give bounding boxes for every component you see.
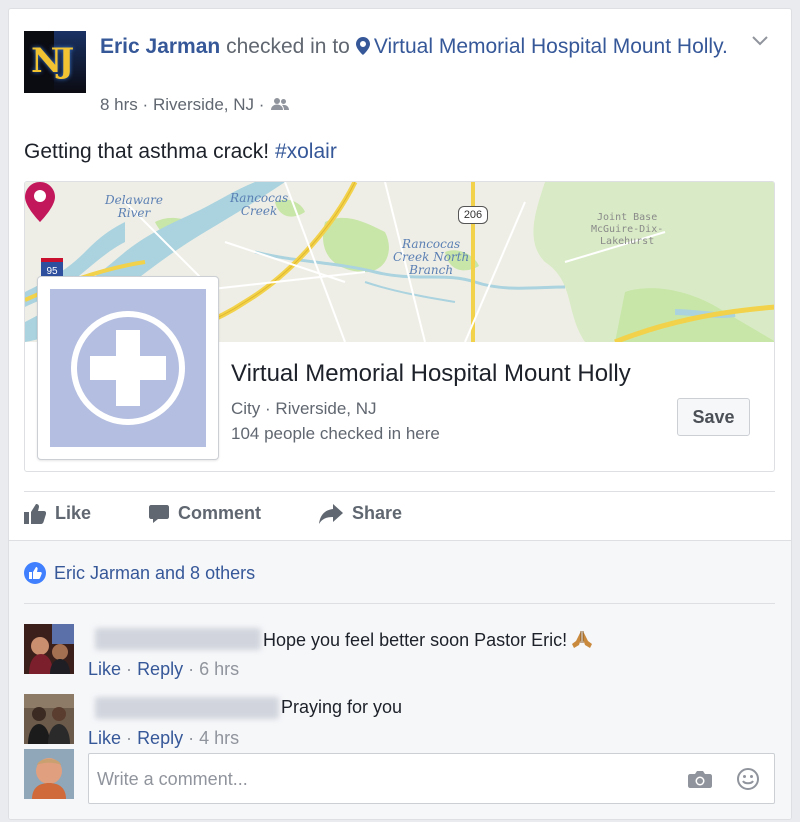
comment-like-link[interactable]: Like bbox=[88, 659, 121, 679]
comments-section: Eric Jarman and 8 others Hope you feel b… bbox=[9, 540, 791, 819]
checkin-text: checked in to bbox=[226, 35, 350, 58]
actions-divider bbox=[24, 491, 775, 492]
place-location: Riverside, NJ bbox=[275, 399, 377, 418]
hospital-cross-icon bbox=[71, 311, 185, 425]
comment-actions: Like · Reply · 4 hrs bbox=[88, 728, 239, 749]
comment-sep: · bbox=[126, 659, 133, 679]
post-time[interactable]: 8 hrs bbox=[100, 95, 138, 114]
current-user-avatar[interactable] bbox=[24, 749, 74, 799]
comment-sep: · bbox=[188, 659, 195, 679]
post-meta: 8 hrs · Riverside, NJ · bbox=[100, 95, 290, 115]
place-sep: · bbox=[265, 399, 271, 418]
like-badge-icon bbox=[24, 562, 46, 584]
emoji-smile-icon[interactable] bbox=[736, 767, 760, 791]
comment-text: Hope you feel better soon Pastor Eric! bbox=[263, 629, 593, 651]
commenter-avatar[interactable] bbox=[24, 694, 74, 744]
map-label-joint-base: Joint Base McGuire-Dix- Lakehurst bbox=[591, 212, 664, 247]
comment-composer[interactable] bbox=[88, 753, 775, 804]
comment-sep: · bbox=[188, 728, 195, 748]
post-location[interactable]: Riverside, NJ bbox=[153, 95, 254, 114]
chevron-down-icon[interactable] bbox=[751, 35, 769, 47]
post-card: NJ Eric Jarman checked in to Virtual Memo… bbox=[8, 8, 792, 820]
route-206-badge: 206 bbox=[458, 206, 488, 224]
friends-icon[interactable] bbox=[271, 97, 290, 111]
place-thumbnail[interactable] bbox=[37, 276, 219, 460]
place-name[interactable]: Virtual Memorial Hospital Mount Holly bbox=[231, 360, 631, 388]
author-name[interactable]: Eric Jarman bbox=[100, 35, 220, 58]
like-thumb-icon bbox=[24, 503, 46, 524]
commenter-name-blurred[interactable] bbox=[95, 697, 279, 719]
place-details: City · Riverside, NJ 104 people checked … bbox=[231, 396, 440, 446]
place-checkins: 104 people checked in here bbox=[231, 424, 440, 443]
commenter-name-blurred[interactable] bbox=[95, 628, 261, 650]
comment-time[interactable]: 4 hrs bbox=[199, 728, 239, 748]
comment-text: Praying for you bbox=[281, 697, 403, 717]
meta-separator: · bbox=[258, 95, 265, 114]
comment-reply-link[interactable]: Reply bbox=[137, 728, 183, 748]
post-message: Getting that asthma crack! #xolair bbox=[24, 140, 337, 164]
comment-label: Comment bbox=[178, 503, 262, 523]
comment-sep: · bbox=[126, 728, 133, 748]
comments-divider bbox=[24, 603, 775, 604]
post-headline: Eric Jarman checked in to Virtual Memoria… bbox=[100, 31, 740, 62]
place-attachment[interactable]: Delaware River Rancocas Creek Rancocas Cree… bbox=[24, 181, 775, 472]
route-95-shield: 95 bbox=[41, 258, 63, 277]
location-pin-icon bbox=[355, 37, 370, 55]
map-pin-icon bbox=[25, 182, 55, 222]
message-text: Getting that asthma crack! bbox=[24, 140, 275, 163]
meta-separator: · bbox=[142, 95, 149, 114]
hashtag-link[interactable]: #xolair bbox=[275, 140, 337, 163]
commenter-avatar[interactable] bbox=[24, 624, 74, 674]
share-arrow-icon bbox=[319, 503, 343, 524]
avatar-logo: NJ bbox=[31, 41, 74, 81]
place-thumbnail-image bbox=[50, 289, 206, 447]
comment-input[interactable] bbox=[97, 766, 657, 792]
camera-icon[interactable] bbox=[688, 769, 712, 789]
share-label: Share bbox=[352, 503, 403, 523]
map-label-rancocas-north: Rancocas Creek North Branch bbox=[393, 237, 470, 277]
share-action[interactable]: Share bbox=[319, 503, 402, 524]
likes-summary[interactable]: Eric Jarman and 8 others bbox=[24, 562, 255, 584]
place-category: City bbox=[231, 399, 261, 418]
place-link-suffix: . bbox=[722, 35, 728, 58]
author-avatar[interactable]: NJ bbox=[24, 31, 86, 93]
comment-action[interactable]: Comment bbox=[149, 503, 261, 524]
comment-time[interactable]: 6 hrs bbox=[199, 659, 239, 679]
comment-actions: Like · Reply · 6 hrs bbox=[88, 659, 239, 680]
place-link[interactable]: Virtual Memorial Hospital Mount Holly bbox=[374, 35, 722, 58]
map-label-delaware: Delaware River bbox=[105, 193, 163, 220]
save-button[interactable]: Save bbox=[677, 398, 750, 436]
praying-hands-icon bbox=[572, 631, 593, 648]
like-label: Like bbox=[55, 503, 92, 523]
like-action[interactable]: Like bbox=[24, 503, 91, 524]
likes-summary-text: Eric Jarman and 8 others bbox=[54, 562, 256, 583]
comment-bubble-icon bbox=[149, 504, 169, 523]
comment-reply-link[interactable]: Reply bbox=[137, 659, 183, 679]
map-label-rancocas-creek: Rancocas Creek bbox=[230, 191, 289, 218]
comment-like-link[interactable]: Like bbox=[88, 728, 121, 748]
